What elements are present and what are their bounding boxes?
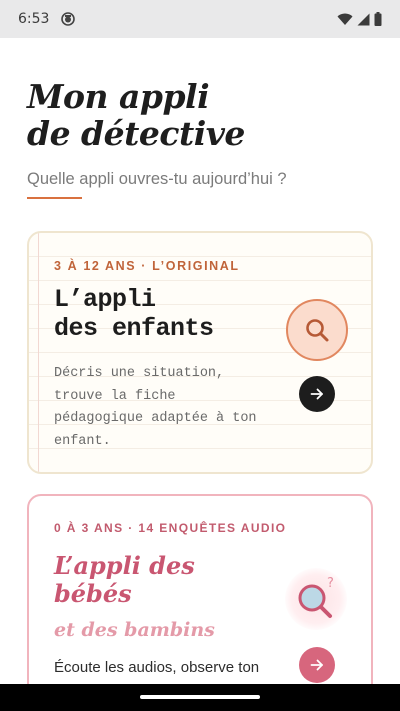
card-subtitle: et des bambins xyxy=(54,619,215,641)
card-title: L’appli des bébés xyxy=(54,552,254,608)
card-kids-app[interactable]: 3 À 12 ANS · L’ORIGINAL L’appli des enfa… xyxy=(27,231,373,474)
card-description: Écoute les audios, observe ton xyxy=(54,659,260,676)
arrow-right-icon xyxy=(310,388,323,400)
magnifier-question-icon: ? xyxy=(285,568,347,630)
app-notification-icon xyxy=(61,12,76,26)
card-title-line1: L’appli des xyxy=(54,551,195,580)
svg-text:?: ? xyxy=(327,576,334,591)
open-kids-app-button[interactable] xyxy=(299,376,335,412)
title-underline xyxy=(27,197,82,199)
card-kicker: 0 À 3 ANS · 14 ENQUÊTES AUDIO xyxy=(54,521,287,535)
page-title: Mon appli de détective xyxy=(27,78,367,152)
wifi-icon xyxy=(337,13,353,25)
status-time: 6:53 xyxy=(18,11,50,27)
card-title-line2: des enfants xyxy=(54,314,214,343)
card-description: Décris une situation, trouve la fiche pé… xyxy=(54,366,257,449)
card-kicker: 3 À 12 ANS · L’ORIGINAL xyxy=(54,259,240,273)
open-babies-app-button[interactable] xyxy=(299,647,335,683)
card-title: L’appli des enfants xyxy=(54,285,214,343)
arrow-right-icon xyxy=(310,659,323,671)
battery-icon xyxy=(374,12,382,26)
magnifier-icon xyxy=(286,299,348,361)
signal-icon xyxy=(357,13,370,25)
system-nav-bar xyxy=(0,684,400,711)
page-title-line1: Mon appli xyxy=(27,77,210,116)
page-subtitle: Quelle appli ouvres-tu aujourd’hui ? xyxy=(27,170,287,188)
notebook-margin-line xyxy=(38,233,39,472)
home-gesture-handle[interactable] xyxy=(140,695,260,699)
card-title-line2: bébés xyxy=(54,579,132,608)
status-icons xyxy=(337,12,382,26)
card-title-line1: L’appli xyxy=(54,285,156,314)
status-bar: 6:53 xyxy=(0,0,400,38)
page-title-line2: de détective xyxy=(27,114,245,153)
card-babies-app[interactable]: 0 À 3 ANS · 14 ENQUÊTES AUDIO L’appli de… xyxy=(27,494,373,711)
